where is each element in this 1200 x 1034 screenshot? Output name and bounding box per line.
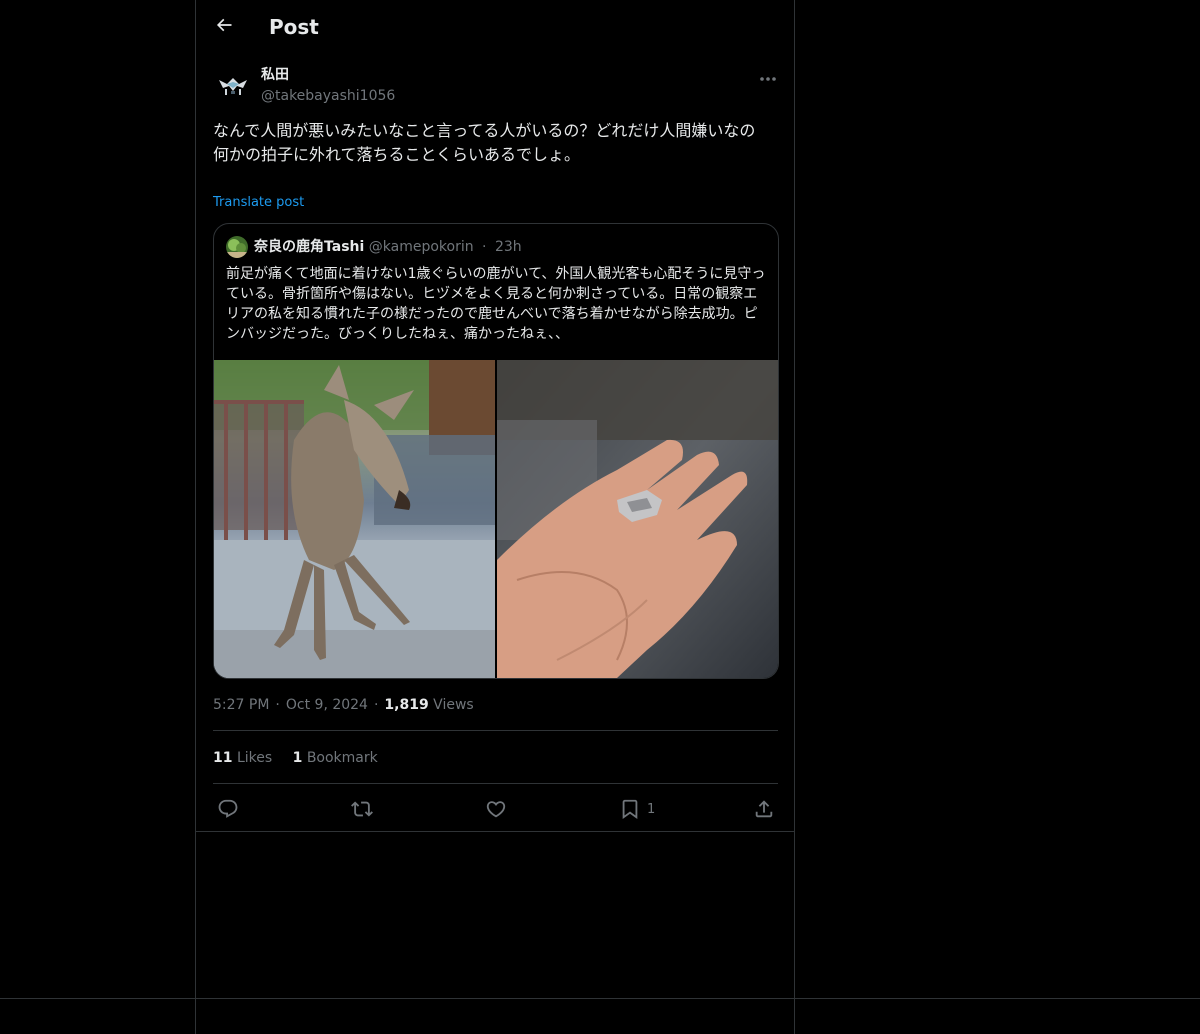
bookmark-button[interactable]: 1 <box>619 795 655 823</box>
separator-dot: · <box>275 697 280 713</box>
repost-icon <box>351 798 373 820</box>
share-button[interactable] <box>753 795 775 823</box>
like-button[interactable] <box>485 795 507 823</box>
action-bar: 1 <box>213 795 778 823</box>
page-header: Post <box>196 0 794 54</box>
divider <box>213 730 778 731</box>
views-count: 1,819 <box>384 697 429 713</box>
bookmark-icon <box>619 798 641 820</box>
bookmarks-count: 1 <box>292 750 303 766</box>
quoted-author-handle: @kamepokorin <box>368 239 474 255</box>
avatar[interactable] <box>213 64 253 104</box>
reply-icon <box>217 798 239 820</box>
heart-icon <box>485 798 507 820</box>
post-time[interactable]: 5:27 PM <box>213 697 269 713</box>
deer-photo[interactable] <box>214 360 495 678</box>
repost-button[interactable] <box>351 795 373 823</box>
bookmarks-stat[interactable]: 1 Bookmark <box>293 750 378 766</box>
separator-dot: · <box>373 697 379 713</box>
back-button[interactable] <box>208 11 240 43</box>
author-handle[interactable]: @takebayashi1056 <box>261 86 395 106</box>
quoted-timestamp: 23h <box>494 239 522 255</box>
divider <box>213 783 778 784</box>
likes-label: Likes <box>236 750 273 766</box>
translate-post-link[interactable]: Translate post <box>213 194 304 212</box>
quoted-text: 前足が痛くて地面に着けない1歳ぐらいの鹿がいて、外国人観光客も心配そうに見守って… <box>226 266 766 342</box>
post-text-line: 何かの拍子に外れて落ちることくらいあるでしょ。 <box>213 145 581 164</box>
divider <box>196 831 794 832</box>
arrow-left-icon <box>214 15 234 39</box>
quoted-media <box>214 360 778 678</box>
post-text-line: なんで人間が悪いみたいなこと言ってる人がいるの？どれだけ人間嫌いなの <box>213 121 756 140</box>
more-horizontal-icon <box>759 67 777 86</box>
more-button[interactable] <box>756 66 780 86</box>
post-meta: 5:27 PM · Oct 9, 2024 · 1,819 Views <box>213 695 474 715</box>
likes-stat[interactable]: 11 Likes <box>213 750 272 766</box>
quoted-post[interactable]: 奈良の鹿角Tashi @kamepokorin · 23h 前足が痛くて地面に着… <box>213 223 779 679</box>
page: Post 私田 @takebayashi1056 なんで人間が悪いみたいなこと言… <box>0 0 1200 1034</box>
author-name[interactable]: 私田 <box>261 65 289 85</box>
engagement-stats: 11 Likes 1 Bookmark <box>213 748 394 768</box>
bookmark-count: 1 <box>647 801 656 817</box>
quoted-avatar[interactable] <box>226 236 248 258</box>
views-label: Views <box>433 697 474 713</box>
reply-button[interactable] <box>217 795 239 823</box>
page-title: Post <box>269 15 319 39</box>
bookmarks-label: Bookmark <box>306 750 378 766</box>
share-icon <box>753 798 775 820</box>
likes-count: 11 <box>213 750 233 766</box>
divider <box>0 998 1200 999</box>
post-text: なんで人間が悪いみたいなこと言ってる人がいるの？どれだけ人間嫌いなの 何かの拍子… <box>213 119 778 167</box>
primary-column: Post 私田 @takebayashi1056 なんで人間が悪いみたいなこと言… <box>195 0 795 1034</box>
separator-dot: · <box>482 239 487 255</box>
post-date[interactable]: Oct 9, 2024 <box>286 697 368 713</box>
quoted-header: 奈良の鹿角Tashi @kamepokorin · 23h <box>254 237 522 257</box>
quoted-author-name: 奈良の鹿角Tashi <box>254 239 365 255</box>
hand-pin-photo[interactable] <box>497 360 778 678</box>
